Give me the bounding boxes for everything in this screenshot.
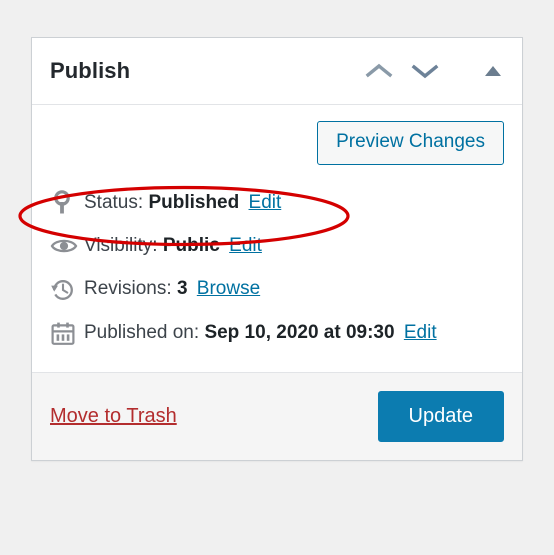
page-title: Publish [50,58,131,83]
published-on-row: Published on: Sep 10, 2020 at 09:30 Edit [50,312,504,356]
published-on-edit-link[interactable]: Edit [404,322,437,343]
eye-icon [50,236,84,256]
chevron-up-icon [365,62,393,80]
calendar-icon [50,321,84,347]
move-to-trash-link[interactable]: Move to Trash [50,405,177,428]
publish-metabox: Publish Preview Changes Status: Publishe… [31,37,523,461]
publish-panel-body: Preview Changes Status: Published Edit V… [32,105,522,362]
status-row: Status: Published Edit [50,181,504,225]
screenshot-stage: Publish Preview Changes Status: Publishe… [0,0,554,555]
triangle-up-icon [483,64,503,78]
chevron-up-icon-button[interactable] [364,56,394,86]
backup-clock-icon [50,277,84,303]
post-status-pin-icon [50,190,84,216]
publish-panel-header: Publish [32,38,522,105]
update-button[interactable]: Update [377,390,504,442]
panel-header-actions [364,56,508,86]
visibility-value: Public [162,234,220,256]
revisions-label: Revisions: [84,278,172,300]
published-on-value: Sep 10, 2020 at 09:30 [204,322,395,344]
preview-changes-button[interactable]: Preview Changes [317,121,504,165]
status-text: Status: Published Edit [84,191,281,216]
published-on-text: Published on: Sep 10, 2020 at 09:30 Edit [84,321,437,346]
publish-panel-footer: Move to Trash Update [32,371,522,460]
published-on-label: Published on: [84,322,200,344]
status-value: Published [148,191,240,213]
status-label: Status: [84,191,144,213]
revisions-browse-link[interactable]: Browse [197,278,260,299]
revisions-row: Revisions: 3 Browse [50,268,504,312]
visibility-row: Visibility: Public Edit [50,225,504,268]
status-edit-link[interactable]: Edit [249,192,282,213]
preview-row: Preview Changes [50,121,504,165]
visibility-text: Visibility: Public Edit [84,234,262,259]
chevron-down-icon-button[interactable] [410,56,440,86]
revisions-count: 3 [176,278,188,300]
visibility-label: Visibility: [84,234,158,256]
revisions-text: Revisions: 3 Browse [84,277,260,302]
chevron-down-icon [411,62,439,80]
visibility-edit-link[interactable]: Edit [229,235,262,256]
triangle-up-icon-button[interactable] [478,56,508,86]
